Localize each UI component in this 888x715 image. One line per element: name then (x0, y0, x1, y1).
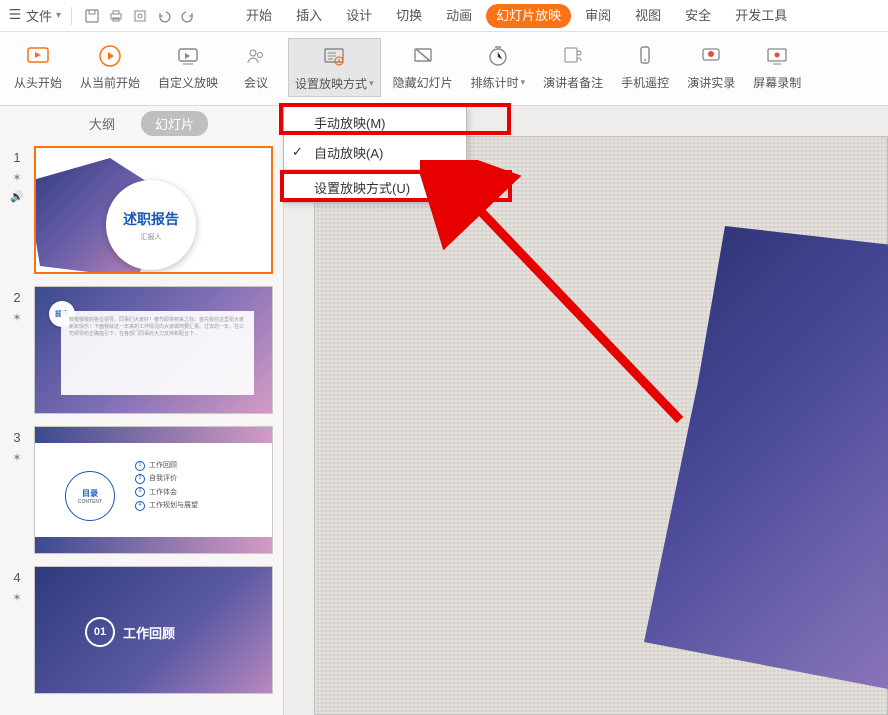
tab-review[interactable]: 审阅 (575, 0, 621, 32)
label: 自定义放映 (158, 74, 218, 91)
slide-number: 2 (13, 290, 20, 305)
chevron-down-icon: ▾ (369, 78, 374, 89)
save-icon[interactable] (82, 6, 102, 26)
custom-show-icon (174, 42, 202, 70)
tab-slides[interactable]: 幻灯片 (141, 111, 208, 136)
label: 会议 (244, 74, 268, 91)
speaker-notes-button[interactable]: 演讲者备注 (537, 38, 609, 95)
conference-icon (242, 42, 270, 70)
thumbnail-row: 4 ✶ 01 工作回顾 (6, 566, 273, 694)
slide1-title: 述职报告 (123, 209, 179, 229)
check-icon: ✓ (292, 144, 303, 160)
chevron-down-icon: ▾ (521, 77, 526, 88)
tab-insert[interactable]: 插入 (286, 0, 332, 32)
slide-number: 1 (13, 150, 20, 165)
thumbnail-row: 3 ✶ 目录CONTENT 1工作回顾 2自我评价 3工作体会 4工作规划与展望 (6, 426, 273, 554)
chevron-down-icon: ▾ (56, 10, 61, 21)
thumbnail-row: 2 ✶ 前言 敬敬敬敬的各位领导、同事们大家好！春节即将到来之际，首先我在这里祝… (6, 286, 273, 414)
audio-icon: 🔊 (10, 190, 24, 203)
tab-transition[interactable]: 切换 (386, 0, 432, 32)
custom-show-button[interactable]: 自定义放映 (152, 38, 224, 95)
label: 演讲者备注 (543, 74, 603, 91)
ribbon: 从头开始 从当前开始 自定义放映 会议 设置放映方式▾ 隐藏幻灯片 排练计时▾ … (0, 32, 888, 106)
print-icon[interactable] (106, 6, 126, 26)
screen-record-icon (763, 42, 791, 70)
thumbnail-1[interactable]: 述职报告 汇报人 (34, 146, 273, 274)
phone-remote-button[interactable]: 手机遥控 (615, 38, 675, 95)
tab-design[interactable]: 设计 (336, 0, 382, 32)
tab-view[interactable]: 视图 (625, 0, 671, 32)
record-speech-icon (697, 42, 725, 70)
animation-icon: ✶ (12, 591, 21, 604)
phone-remote-icon (631, 42, 659, 70)
undo-icon[interactable] (154, 6, 174, 26)
animation-icon: ✶ (12, 451, 21, 464)
toc-item: 自我评价 (149, 472, 177, 485)
setup-show-icon (320, 43, 348, 71)
label: 排练计时 (471, 74, 519, 91)
toc-item: 工作回顾 (149, 459, 177, 472)
tab-outline[interactable]: 大纲 (75, 111, 129, 136)
animation-icon: ✶ (12, 311, 21, 324)
tab-security[interactable]: 安全 (675, 0, 721, 32)
label: 设置放映方式 (295, 75, 367, 92)
slide-number: 3 (13, 430, 20, 445)
setup-show-button[interactable]: 设置放映方式▾ (288, 38, 381, 97)
slide1-sub: 汇报人 (141, 232, 162, 242)
label: 设置放映方式(U) (314, 178, 410, 197)
slide3-circle: 目录 (82, 488, 98, 499)
tab-start[interactable]: 开始 (236, 0, 282, 32)
label: 自动放映(A) (314, 143, 383, 162)
slide4-title: 工作回顾 (123, 623, 175, 642)
tab-devtools[interactable]: 开发工具 (725, 0, 797, 32)
label: 手机遥控 (621, 74, 669, 91)
menubar: 文件 ▾ 开始 插入 设计 切换 动画 幻灯片放映 审阅 视图 安全 开发工具 (0, 0, 888, 32)
speaker-notes-icon (559, 42, 587, 70)
menu-auto-show[interactable]: ✓ 自动放映(A) (284, 137, 466, 167)
thumbnail-3[interactable]: 目录CONTENT 1工作回顾 2自我评价 3工作体会 4工作规划与展望 (34, 426, 273, 554)
redo-icon[interactable] (178, 6, 198, 26)
thumbnail-row: 1 ✶ 🔊 述职报告 汇报人 (6, 146, 273, 274)
label: 屏幕录制 (753, 74, 801, 91)
from-current-button[interactable]: 从当前开始 (74, 38, 146, 95)
animation-icon: ✶ (12, 171, 21, 184)
play-current-icon (96, 42, 124, 70)
label: 从头开始 (14, 74, 62, 91)
divider (284, 169, 466, 170)
file-menu[interactable]: 文件 (26, 6, 52, 25)
hide-slide-button[interactable]: 隐藏幻灯片 (387, 38, 459, 95)
thumbnail-4[interactable]: 01 工作回顾 (34, 566, 273, 694)
toc-item: 工作规划与展望 (149, 499, 198, 512)
from-beginning-button[interactable]: 从头开始 (8, 38, 68, 95)
screen-record-button[interactable]: 屏幕录制 (747, 38, 807, 95)
label: 隐藏幻灯片 (393, 74, 453, 91)
slide-number: 4 (13, 570, 20, 585)
separator (71, 7, 72, 25)
play-begin-icon (24, 42, 52, 70)
menu-manual-show[interactable]: 手动放映(M) (284, 107, 466, 137)
setup-show-dropdown: 手动放映(M) ✓ 自动放映(A) 设置放映方式(U) (283, 106, 467, 203)
slide2-body: 敬敬敬敬的各位领导、同事们大家好！春节即将到来之际，首先我在这里祝大家新年快乐！… (69, 317, 246, 338)
slide-panel: 大纲 幻灯片 1 ✶ 🔊 述职报告 汇报人 (0, 106, 284, 715)
outline-tabs: 大纲 幻灯片 (0, 106, 283, 140)
tab-animation[interactable]: 动画 (436, 0, 482, 32)
thumbnail-2[interactable]: 前言 敬敬敬敬的各位领导、同事们大家好！春节即将到来之际，首先我在这里祝大家新年… (34, 286, 273, 414)
rehearse-button[interactable]: 排练计时▾ (465, 38, 532, 95)
thumbnail-list[interactable]: 1 ✶ 🔊 述职报告 汇报人 2 ✶ (0, 140, 283, 715)
hamburger-icon[interactable] (8, 7, 22, 24)
label: 从当前开始 (80, 74, 140, 91)
label: 演讲实录 (687, 74, 735, 91)
print-preview-icon[interactable] (130, 6, 150, 26)
toc-item: 工作体会 (149, 486, 177, 499)
menu-setup-show[interactable]: 设置放映方式(U) (284, 172, 466, 202)
tab-slideshow[interactable]: 幻灯片放映 (486, 4, 571, 28)
rehearse-icon (484, 42, 512, 70)
label: 手动放映(M) (314, 113, 386, 132)
slide3-en: CONTENT (78, 499, 102, 505)
record-speech-button[interactable]: 演讲实录 (681, 38, 741, 95)
hide-slide-icon (409, 42, 437, 70)
conference-button[interactable]: 会议 (230, 38, 282, 95)
slide4-badge: 01 (85, 617, 115, 647)
